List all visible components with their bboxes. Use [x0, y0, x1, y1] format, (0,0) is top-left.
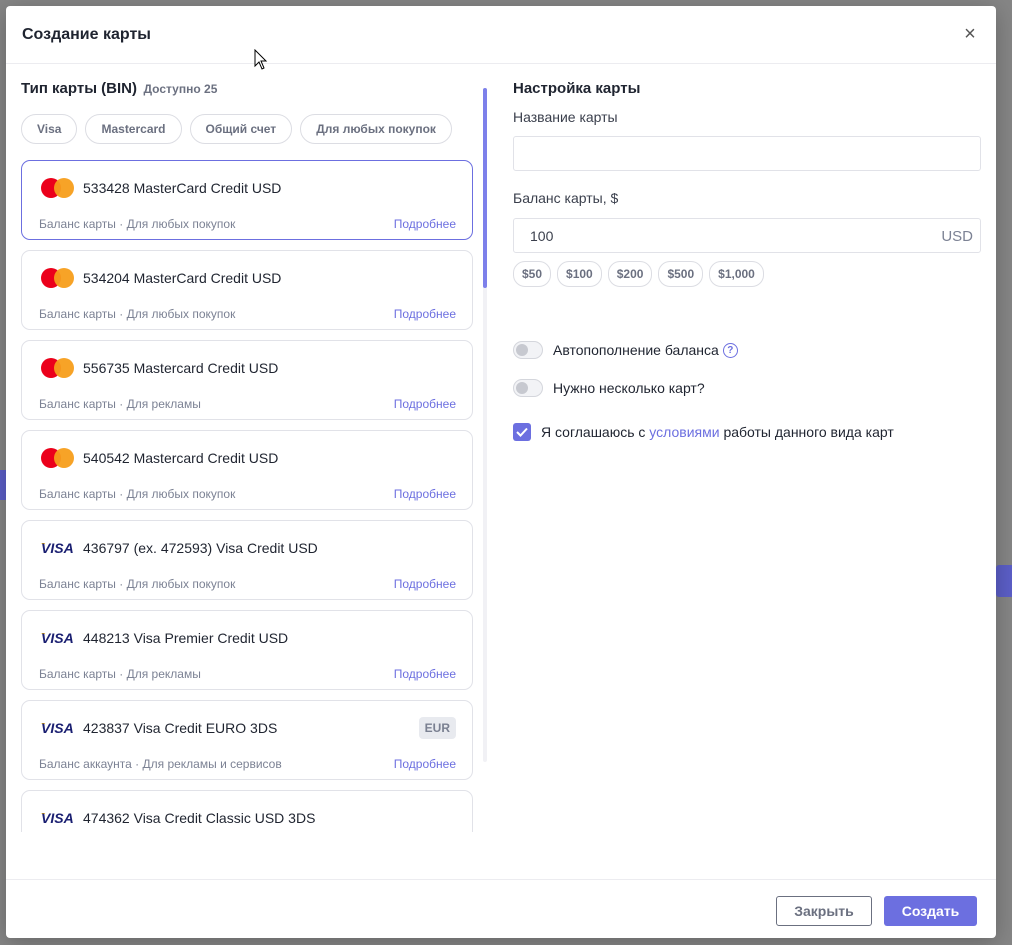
quick-amount-button[interactable]: $50 — [513, 261, 552, 287]
card-type-list[interactable]: 533428 MasterCard Credit USD Баланс карты… — [21, 160, 476, 832]
autotopup-toggle[interactable] — [513, 341, 543, 359]
card-type-meta: Баланс карты · Для любых покупок — [39, 307, 236, 321]
card-type-name: 436797 (ex. 472593) Visa Credit USD — [83, 540, 318, 556]
card-type-name: 474362 Visa Credit Classic USD 3DS — [83, 810, 316, 826]
card-type-title: Тип карты (BIN) — [21, 80, 138, 97]
terms-link[interactable]: условиями — [649, 424, 719, 440]
card-type-meta: Баланс карты · Для рекламы — [39, 397, 201, 411]
card-balance-input[interactable]: 100 USD — [513, 218, 981, 253]
autotopup-label: Автопополнение баланса — [553, 342, 719, 358]
svg-text:VISA: VISA — [41, 810, 74, 826]
card-settings-section: Настройка карты Название карты Баланс ка… — [513, 76, 983, 476]
autotopup-row: Автопополнение баланса ? — [513, 339, 738, 361]
create-card-modal: Создание карты × Тип карты (BIN) Доступн… — [6, 6, 996, 938]
card-type-item[interactable]: 533428 MasterCard Credit USD Баланс карты… — [21, 160, 473, 240]
card-balance-label: Баланс карты, $ — [513, 190, 619, 206]
available-count: Доступно 25 — [143, 82, 218, 96]
card-type-item[interactable]: VISA 474362 Visa Credit Classic USD 3DS — [21, 790, 473, 832]
visa-logo-icon: VISA — [41, 810, 74, 826]
quick-amounts: $50 $100 $200 $500 $1,000 — [513, 261, 764, 287]
card-type-name: 540542 Mastercard Credit USD — [83, 450, 279, 466]
filter-chip[interactable]: Mastercard — [85, 114, 182, 144]
card-type-section: Тип карты (BIN) Доступно 25 Visa Masterca… — [21, 76, 491, 832]
quick-amount-button[interactable]: $500 — [658, 261, 704, 287]
visa-logo-icon: VISA — [41, 720, 74, 736]
currency-badge: EUR — [418, 717, 456, 739]
card-details-link[interactable]: Подробнее — [394, 217, 456, 231]
card-type-name: 533428 MasterCard Credit USD — [83, 180, 282, 196]
card-details-link[interactable]: Подробнее — [394, 307, 456, 321]
quick-amount-button[interactable]: $1,000 — [709, 261, 764, 287]
balance-currency: USD — [941, 228, 973, 245]
modal-footer: Закрыть Создать — [6, 879, 996, 938]
modal-header: Создание карты × — [6, 6, 996, 64]
mastercard-logo-icon — [41, 178, 74, 198]
card-type-meta: Баланс карты · Для рекламы — [39, 667, 201, 681]
terms-prefix: Я соглашаюсь с — [541, 424, 646, 440]
mastercard-logo-icon — [41, 448, 74, 468]
visa-logo-icon: VISA — [41, 630, 74, 646]
card-type-item[interactable]: 534204 MasterCard Credit USD Баланс карты… — [21, 250, 473, 330]
toggle-knob — [516, 344, 528, 356]
modal-title: Создание карты — [22, 26, 151, 43]
card-type-name: 423837 Visa Credit EURO 3DS — [83, 720, 278, 736]
terms-text: Я соглашаюсь с условиями работы данного … — [541, 424, 894, 440]
card-type-header: Тип карты (BIN) Доступно 25 — [21, 80, 217, 98]
card-name-label: Название карты — [513, 109, 618, 125]
create-button[interactable]: Создать — [884, 896, 977, 926]
card-name-input[interactable] — [513, 136, 981, 171]
card-type-name: 448213 Visa Premier Credit USD — [83, 630, 289, 646]
filter-chips: Visa Mastercard Общий счет Для любых покупо… — [21, 114, 452, 144]
toggle-knob — [516, 382, 528, 394]
mastercard-logo-icon — [41, 268, 74, 288]
card-details-link[interactable]: Подробнее — [394, 487, 456, 501]
terms-row: Я соглашаюсь с условиями работы данного … — [513, 421, 894, 443]
card-details-link[interactable]: Подробнее — [394, 577, 456, 591]
close-icon[interactable]: × — [960, 24, 980, 44]
card-details-link[interactable]: Подробнее — [394, 757, 456, 771]
svg-text:VISA: VISA — [41, 630, 74, 646]
card-type-item[interactable]: 556735 Mastercard Credit USD Баланс карты… — [21, 340, 473, 420]
terms-checkbox[interactable] — [513, 423, 531, 441]
multi-card-row: Нужно несколько карт? — [513, 377, 705, 399]
card-list-scrollbar-thumb[interactable] — [483, 88, 487, 288]
card-type-meta: Баланс карты · Для любых покупок — [39, 487, 236, 501]
card-type-meta: Баланс карты · Для любых покупок — [39, 217, 236, 231]
visa-logo-icon: VISA — [41, 540, 74, 556]
filter-chip[interactable]: Общий счет — [189, 114, 293, 144]
card-details-link[interactable]: Подробнее — [394, 397, 456, 411]
svg-text:VISA: VISA — [41, 720, 74, 736]
card-settings-title: Настройка карты — [513, 80, 641, 97]
card-balance-value: 100 — [530, 228, 554, 244]
mouse-cursor-icon — [254, 49, 268, 70]
checkmark-icon — [516, 427, 528, 437]
question-icon[interactable]: ? — [722, 342, 738, 358]
card-type-item[interactable]: VISA 436797 (ex. 472593) Visa Credit USD Б… — [21, 520, 473, 600]
card-type-meta: Баланс аккаунта · Для рекламы и сервисов — [39, 757, 282, 771]
filter-chip[interactable]: Visa — [21, 114, 78, 144]
card-details-link[interactable]: Подробнее — [394, 667, 456, 681]
quick-amount-button[interactable]: $200 — [607, 261, 653, 287]
quick-amount-button[interactable]: $100 — [557, 261, 602, 287]
card-type-item[interactable]: VISA 423837 Visa Credit EURO 3DS Баланс ак… — [21, 700, 473, 780]
background-button-fragment — [996, 565, 1012, 597]
terms-suffix: работы данного вида карт — [723, 424, 894, 440]
multi-card-toggle[interactable] — [513, 379, 543, 397]
close-button[interactable]: Закрыть — [776, 896, 872, 926]
card-type-meta: Баланс карты · Для любых покупок — [39, 577, 236, 591]
svg-text:VISA: VISA — [41, 540, 74, 556]
card-type-name: 556735 Mastercard Credit USD — [83, 360, 279, 376]
card-type-item[interactable]: VISA 448213 Visa Premier Credit USD Баланс… — [21, 610, 473, 690]
mastercard-logo-icon — [41, 358, 74, 378]
card-type-name: 534204 MasterCard Credit USD — [83, 270, 282, 286]
filter-chip[interactable]: Для любых покупок — [300, 114, 452, 144]
multi-card-label: Нужно несколько карт? — [553, 380, 705, 396]
card-type-item[interactable]: 540542 Mastercard Credit USD Баланс карты… — [21, 430, 473, 510]
